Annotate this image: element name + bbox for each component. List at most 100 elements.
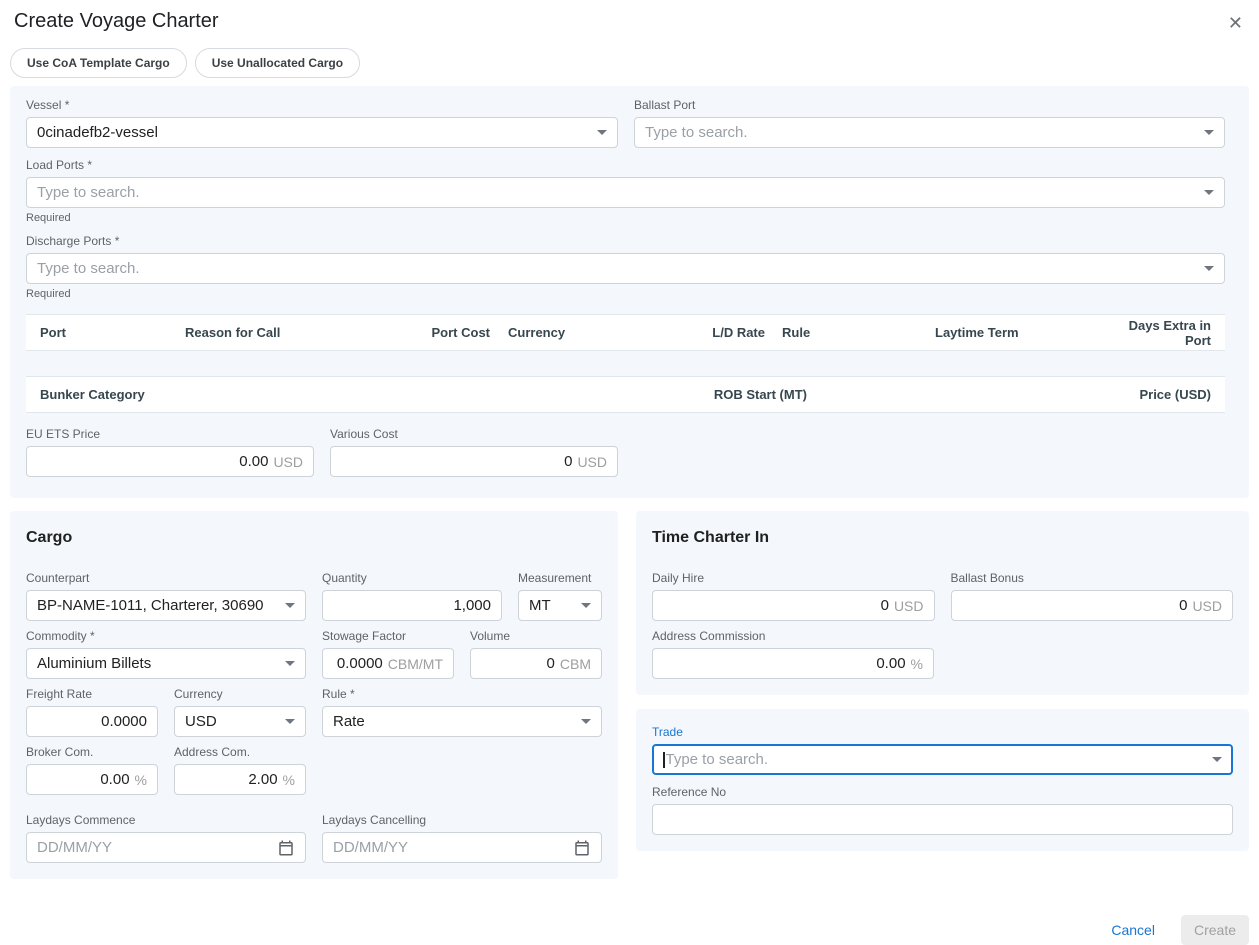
various-cost-box: USD (330, 446, 618, 477)
measurement-field: Measurement MT (518, 571, 602, 621)
chevron-down-icon[interactable] (1204, 130, 1214, 135)
daily-hire-field: Daily Hire USD (652, 571, 935, 621)
counterpart-label: Counterpart (26, 571, 306, 585)
freight-rate-input[interactable] (37, 713, 147, 730)
percent-suffix: % (283, 772, 295, 788)
chevron-down-icon (285, 603, 295, 608)
commodity-select[interactable]: Aluminium Billets (26, 648, 306, 679)
load-ports-input[interactable] (37, 184, 1196, 201)
ports-header-days-extra-in-port: Days Extra in Port (1120, 318, 1211, 348)
counterpart-select[interactable]: BP-NAME-1011, Charterer, 30690 (26, 590, 306, 621)
currency-suffix: USD (273, 454, 303, 470)
volume-input[interactable] (481, 655, 555, 672)
volume-box: CBM (470, 648, 602, 679)
bunker-header-price: Price (USD) (807, 387, 1211, 402)
discharge-ports-combobox (26, 253, 1225, 284)
load-ports-combobox (26, 177, 1225, 208)
eu-ets-price-input[interactable] (37, 453, 268, 470)
address-commission-box: % (652, 648, 934, 679)
discharge-ports-input[interactable] (37, 260, 1196, 277)
currency-suffix: USD (577, 454, 607, 470)
daily-hire-label: Daily Hire (652, 571, 935, 585)
chevron-down-icon[interactable] (1212, 757, 1222, 762)
measurement-label: Measurement (518, 571, 602, 585)
ports-header-currency: Currency (490, 325, 630, 340)
currency-field: Currency USD (174, 687, 306, 737)
bunker-header-rob-start: ROB Start (MT) (600, 387, 807, 402)
load-ports-label: Load Ports * (26, 158, 1225, 172)
stowage-factor-label: Stowage Factor (322, 629, 454, 643)
stowage-factor-input[interactable] (333, 655, 383, 672)
freight-rate-label: Freight Rate (26, 687, 158, 701)
eu-ets-price-box: USD (26, 446, 314, 477)
discharge-ports-required-helper: Required (26, 288, 1225, 300)
commodity-label: Commodity * (26, 629, 306, 643)
chevron-down-icon (581, 719, 591, 724)
address-commission-input[interactable] (663, 655, 906, 672)
rule-value: Rate (333, 713, 573, 730)
laydays-commence-box (26, 832, 306, 863)
chevron-down-icon (581, 603, 591, 608)
page-title: Create Voyage Charter (14, 10, 219, 33)
chevron-down-icon[interactable] (1204, 266, 1214, 271)
freight-rate-box (26, 706, 158, 737)
currency-label: Currency (174, 687, 306, 701)
currency-suffix: USD (1192, 598, 1222, 614)
ballast-port-input[interactable] (645, 124, 1196, 141)
daily-hire-input[interactable] (663, 597, 889, 614)
trade-input[interactable] (666, 751, 1205, 768)
rule-select[interactable]: Rate (322, 706, 602, 737)
currency-select[interactable]: USD (174, 706, 306, 737)
laydays-cancelling-field: Laydays Cancelling (322, 813, 602, 863)
use-unallocated-cargo-button[interactable]: Use Unallocated Cargo (195, 48, 360, 78)
ballast-port-field: Ballast Port (634, 98, 1225, 148)
rule-label: Rule * (322, 687, 602, 701)
chevron-down-icon[interactable] (1204, 190, 1214, 195)
daily-hire-box: USD (652, 590, 935, 621)
use-coa-template-cargo-button[interactable]: Use CoA Template Cargo (10, 48, 187, 78)
quantity-input[interactable] (333, 597, 491, 614)
laydays-cancelling-box (322, 832, 602, 863)
reference-no-input[interactable] (663, 811, 1222, 828)
address-commission-label: Address Commission (652, 629, 934, 643)
quantity-field: Quantity (322, 571, 502, 621)
ports-header-rule: Rule (765, 325, 890, 340)
ballast-bonus-input[interactable] (962, 597, 1188, 614)
broker-com-input[interactable] (37, 771, 130, 788)
trade-field: Trade (652, 725, 1233, 775)
ports-header-port-cost: Port Cost (405, 325, 490, 340)
measurement-select[interactable]: MT (518, 590, 602, 621)
discharge-ports-field: Discharge Ports * Required (26, 234, 1225, 300)
ports-header-reason-for-call: Reason for Call (185, 325, 405, 340)
bunker-table-header: Bunker Category ROB Start (MT) Price (US… (26, 376, 1225, 413)
vessel-field: Vessel * 0cinadefb2-vessel (26, 98, 618, 148)
ports-header-ld-rate: L/D Rate (630, 325, 765, 340)
laydays-cancelling-input[interactable] (333, 839, 565, 856)
close-icon[interactable]: ✕ (1226, 10, 1245, 36)
vessel-select[interactable]: 0cinadefb2-vessel (26, 117, 618, 148)
vessel-label: Vessel * (26, 98, 618, 112)
commodity-field: Commodity * Aluminium Billets (26, 629, 306, 679)
address-com-box: % (174, 764, 306, 795)
time-charter-in-heading: Time Charter In (652, 529, 1233, 547)
create-button[interactable]: Create (1181, 915, 1249, 945)
laydays-commence-input[interactable] (37, 839, 269, 856)
commodity-value: Aluminium Billets (37, 655, 277, 672)
vessel-value: 0cinadefb2-vessel (37, 124, 589, 141)
broker-com-label: Broker Com. (26, 745, 158, 759)
calendar-icon[interactable] (573, 839, 591, 857)
calendar-icon[interactable] (277, 839, 295, 857)
discharge-ports-label: Discharge Ports * (26, 234, 1225, 248)
ballast-bonus-label: Ballast Bonus (951, 571, 1234, 585)
counterpart-value: BP-NAME-1011, Charterer, 30690 (37, 597, 277, 614)
address-com-input[interactable] (185, 771, 278, 788)
eu-ets-price-field: EU ETS Price USD (26, 427, 314, 477)
various-cost-input[interactable] (341, 453, 572, 470)
load-ports-required-helper: Required (26, 212, 1225, 224)
chip-row: Use CoA Template Cargo Use Unallocated C… (10, 48, 1249, 78)
time-charter-in-section: Time Charter In Daily Hire USD Ballast B… (636, 511, 1249, 695)
unit-suffix: CBM (560, 656, 591, 672)
various-cost-label: Various Cost (330, 427, 618, 441)
trade-combobox (652, 744, 1233, 775)
cancel-button[interactable]: Cancel (1111, 922, 1155, 938)
